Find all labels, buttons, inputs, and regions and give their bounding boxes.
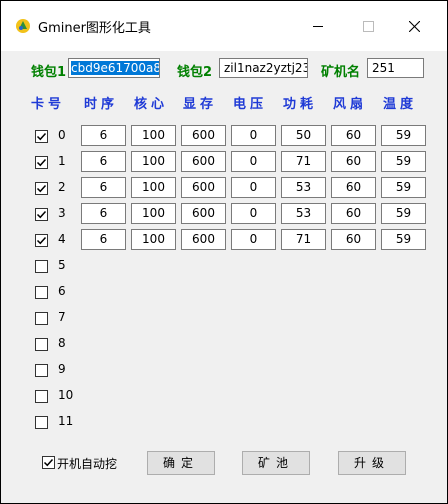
gpu-1-core-input[interactable]: 100 <box>131 151 176 172</box>
gpu-4-core-input[interactable]: 100 <box>131 229 176 250</box>
close-button[interactable] <box>393 12 435 40</box>
gpu-row-label: 5 <box>58 258 66 272</box>
gpu-2-core-input[interactable]: 100 <box>131 177 176 198</box>
gpu-3-timing-input[interactable]: 6 <box>81 203 126 224</box>
gpu-row-label: 10 <box>58 388 74 402</box>
header-fan: 风扇 <box>333 97 368 112</box>
app-window: Gminer图形化工具 钱包1 cbd9e61700a8 钱包2 zil1naz… <box>1 1 447 503</box>
window-title: Gminer图形化工具 <box>38 21 151 36</box>
gpu-4-power-input[interactable]: 71 <box>281 229 326 250</box>
gpu-row-label: 1 <box>58 154 66 168</box>
gpu-2-power-input[interactable]: 53 <box>281 177 326 198</box>
gpu-row-label: 0 <box>58 128 66 142</box>
gpu-2-fan-input[interactable]: 60 <box>331 177 376 198</box>
wallet1-value: cbd9e61700a8 <box>71 61 160 75</box>
gpu-11-checkbox[interactable] <box>35 416 48 429</box>
header-power: 功耗 <box>283 97 318 112</box>
gpu-3-power-input[interactable]: 53 <box>281 203 326 224</box>
gpu-0-power-input[interactable]: 50 <box>281 125 326 146</box>
gpu-2-temp-input[interactable]: 59 <box>381 177 426 198</box>
header-memory: 显存 <box>183 97 218 112</box>
checkmark-icon <box>36 210 47 219</box>
minimize-icon <box>312 25 323 27</box>
gpu-1-voltage-input[interactable]: 0 <box>231 151 276 172</box>
wallet1-input[interactable]: cbd9e61700a8 <box>68 58 160 78</box>
gpu-0-timing-input[interactable]: 6 <box>81 125 126 146</box>
gpu-row-label: 7 <box>58 310 66 324</box>
gpu-4-timing-input[interactable]: 6 <box>81 229 126 250</box>
gpu-3-memory-input[interactable]: 600 <box>181 203 226 224</box>
gpu-2-memory-input[interactable]: 600 <box>181 177 226 198</box>
worker-name-input[interactable]: 251 <box>367 58 424 78</box>
gpu-4-temp-input[interactable]: 59 <box>381 229 426 250</box>
gpu-1-timing-input[interactable]: 6 <box>81 151 126 172</box>
gpu-7-checkbox[interactable] <box>35 312 48 325</box>
gpu-4-memory-input[interactable]: 600 <box>181 229 226 250</box>
gpu-2-timing-input[interactable]: 6 <box>81 177 126 198</box>
gpu-3-voltage-input[interactable]: 0 <box>231 203 276 224</box>
header-timing: 时序 <box>84 97 119 112</box>
gpu-0-temp-input[interactable]: 59 <box>381 125 426 146</box>
checkmark-icon <box>36 158 47 167</box>
gpu-0-core-input[interactable]: 100 <box>131 125 176 146</box>
header-temp: 温度 <box>383 97 418 112</box>
gpu-1-checkbox[interactable] <box>35 156 48 169</box>
gpu-row-label: 8 <box>58 336 66 350</box>
wallet1-label: 钱包1 <box>31 65 67 80</box>
gpu-1-fan-input[interactable]: 60 <box>331 151 376 172</box>
header-card: 卡号 <box>31 97 66 112</box>
checkmark-icon <box>36 236 47 245</box>
maximize-icon <box>362 20 374 32</box>
gpu-6-checkbox[interactable] <box>35 286 48 299</box>
pool-button[interactable]: 矿池 <box>242 451 310 475</box>
gpu-row-label: 11 <box>58 414 74 428</box>
upgrade-button[interactable]: 升级 <box>338 451 406 475</box>
gpu-4-voltage-input[interactable]: 0 <box>231 229 276 250</box>
gpu-row-label: 4 <box>58 232 66 246</box>
header-voltage: 电压 <box>233 97 268 112</box>
gpu-4-checkbox[interactable] <box>35 234 48 247</box>
gpu-row-label: 9 <box>58 362 66 376</box>
checkmark-icon <box>36 184 47 193</box>
gpu-row-label: 6 <box>58 284 66 298</box>
gpu-0-fan-input[interactable]: 60 <box>331 125 376 146</box>
gpu-1-temp-input[interactable]: 59 <box>381 151 426 172</box>
wallet2-value: zil1naz2yztj238 <box>224 61 307 75</box>
gpu-4-fan-input[interactable]: 60 <box>331 229 376 250</box>
gpu-2-checkbox[interactable] <box>35 182 48 195</box>
worker-name-label: 矿机名 <box>321 65 361 80</box>
gpu-2-voltage-input[interactable]: 0 <box>231 177 276 198</box>
gpu-1-power-input[interactable]: 71 <box>281 151 326 172</box>
wallet2-input[interactable]: zil1naz2yztj238 <box>219 58 308 78</box>
confirm-button[interactable]: 确定 <box>147 451 215 475</box>
worker-name-value: 251 <box>372 61 395 75</box>
gpu-9-checkbox[interactable] <box>35 364 48 377</box>
autostart-checkbox[interactable] <box>42 456 55 469</box>
gpu-3-temp-input[interactable]: 59 <box>381 203 426 224</box>
gpu-row-label: 3 <box>58 206 66 220</box>
gpu-5-checkbox[interactable] <box>35 260 48 273</box>
close-icon <box>408 20 420 32</box>
gpu-0-memory-input[interactable]: 600 <box>181 125 226 146</box>
gpu-3-fan-input[interactable]: 60 <box>331 203 376 224</box>
gpu-10-checkbox[interactable] <box>35 390 48 403</box>
gpu-0-checkbox[interactable] <box>35 130 48 143</box>
autostart-label: 开机自动挖 <box>57 457 118 471</box>
wallet2-label: 钱包2 <box>177 65 213 80</box>
title-bar[interactable]: Gminer图形化工具 <box>1 1 447 51</box>
minimize-button[interactable] <box>297 12 339 40</box>
header-core: 核心 <box>134 97 169 112</box>
gpu-0-voltage-input[interactable]: 0 <box>231 125 276 146</box>
gpu-1-memory-input[interactable]: 600 <box>181 151 226 172</box>
gpu-3-checkbox[interactable] <box>35 208 48 221</box>
gpu-8-checkbox[interactable] <box>35 338 48 351</box>
checkmark-icon <box>43 458 54 467</box>
app-logo-icon <box>16 19 30 33</box>
maximize-button[interactable] <box>347 12 389 40</box>
gpu-row-label: 2 <box>58 180 66 194</box>
checkmark-icon <box>36 132 47 141</box>
gpu-3-core-input[interactable]: 100 <box>131 203 176 224</box>
